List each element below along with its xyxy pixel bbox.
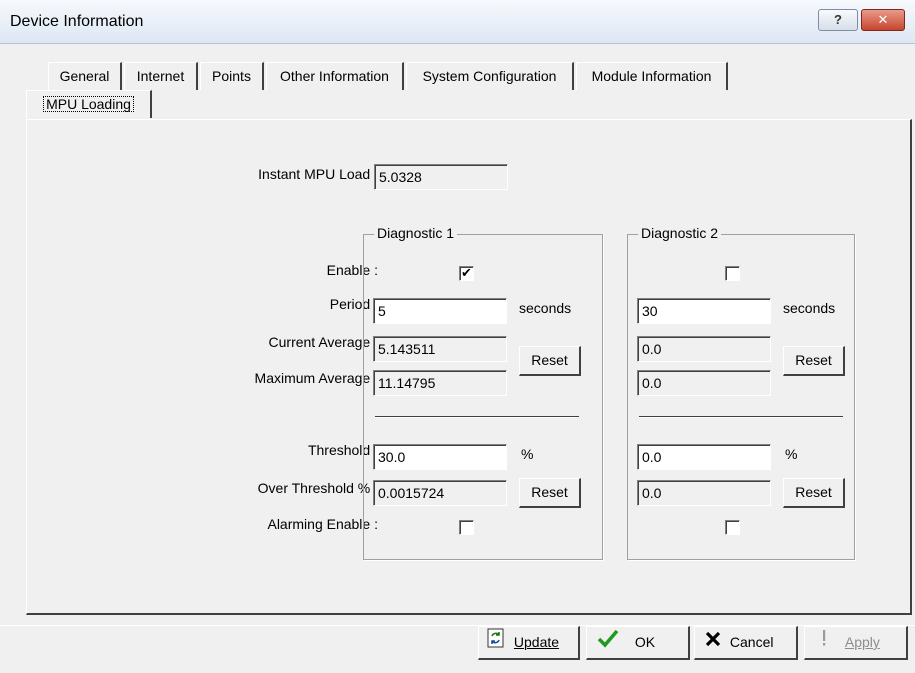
diagnostic-2-period-input[interactable]: 30: [637, 298, 771, 324]
diagnostic-2-period-unit: seconds: [783, 300, 836, 316]
diagnostic-1-threshold-input[interactable]: 30.0: [373, 444, 507, 470]
close-icon: ✕: [877, 12, 889, 27]
diagnostic-1-group: Diagnostic 1: [363, 225, 603, 560]
help-icon: ?: [834, 12, 842, 27]
diagnostic-2-threshold-unit: %: [785, 446, 798, 462]
tab-other-information[interactable]: Other Information: [266, 62, 404, 90]
title-bar: Device Information ? ✕: [0, 0, 915, 44]
diagnostic-2-threshold-input[interactable]: 0.0: [637, 444, 771, 470]
over-threshold-label: Over Threshold % :: [257, 480, 378, 496]
black-x-icon: [705, 628, 721, 659]
diagnostic-1-reset-average-button[interactable]: Reset: [519, 346, 581, 376]
diagnostic-1-period-unit: seconds: [519, 300, 572, 316]
diagnostic-1-reset-threshold-button[interactable]: Reset: [519, 478, 581, 508]
current-average-label: Current Average :: [268, 334, 378, 350]
diagnostic-1-over-threshold-field: 0.0015724: [373, 480, 507, 506]
instant-mpu-load-field: 5.0328: [374, 164, 508, 190]
diagnostic-1-current-average-field: 5.143511: [373, 336, 507, 362]
diagnostic-1-alarming-enable-checkbox[interactable]: [459, 520, 474, 535]
ok-label: OK: [634, 634, 656, 650]
ok-button[interactable]: OK: [586, 626, 690, 660]
diagnostic-2-group: Diagnostic 2: [627, 225, 855, 560]
diagnostic-1-threshold-unit: %: [521, 446, 534, 462]
alarming-enable-label: Alarming Enable :: [267, 516, 378, 532]
tab-points[interactable]: Points: [200, 62, 264, 90]
tab-strip: General Internet Points Other Informatio…: [0, 52, 915, 120]
window-title: Device Information: [10, 13, 144, 30]
tab-system-configuration[interactable]: System Configuration: [406, 62, 574, 90]
apply-button[interactable]: Apply: [804, 626, 908, 660]
update-button[interactable]: Update: [478, 626, 580, 660]
instant-mpu-load-label: Instant MPU Load :: [258, 166, 378, 182]
diagnostic-2-reset-threshold-button[interactable]: Reset: [783, 478, 845, 508]
tab-general[interactable]: General: [48, 62, 122, 90]
tab-mpu-loading[interactable]: MPU Loading: [26, 90, 152, 118]
diagnostic-2-maximum-average-field: 0.0: [637, 370, 771, 396]
tab-module-information[interactable]: Module Information: [576, 62, 728, 90]
diagnostic-2-reset-average-button[interactable]: Reset: [783, 346, 845, 376]
tab-mpu-loading-label: MPU Loading: [43, 96, 134, 112]
diagnostic-2-title: Diagnostic 2: [638, 225, 722, 241]
apply-label: Apply: [844, 634, 880, 650]
cancel-button[interactable]: Cancel: [694, 626, 798, 660]
maximum-average-label: Maximum Average :: [254, 370, 378, 386]
diagnostic-1-period-input[interactable]: 5: [373, 298, 507, 324]
tab-internet[interactable]: Internet: [124, 62, 198, 90]
diagnostic-2-current-average-field: 0.0: [637, 336, 771, 362]
update-label: Update: [513, 634, 560, 650]
diagnostic-2-alarming-enable-checkbox[interactable]: [725, 520, 740, 535]
diagnostic-2-over-threshold-field: 0.0: [637, 480, 771, 506]
diagnostic-1-separator: [375, 416, 579, 418]
help-button[interactable]: ?: [818, 9, 858, 31]
cancel-label: Cancel: [729, 634, 774, 650]
mpu-loading-panel: Instant MPU Load : 5.0328 Enable : Perio…: [26, 119, 912, 615]
diagnostic-2-separator: [639, 416, 843, 418]
diagnostic-2-enable-checkbox[interactable]: [725, 266, 740, 281]
diagnostic-1-enable-checkbox[interactable]: ✔: [459, 266, 474, 281]
refresh-document-icon: [487, 628, 505, 659]
diagnostic-1-maximum-average-field: 11.14795: [373, 370, 507, 396]
green-check-icon: [597, 628, 619, 659]
diagnostic-1-title: Diagnostic 1: [374, 225, 458, 241]
close-button[interactable]: ✕: [861, 9, 905, 31]
exclamation-icon: [819, 628, 829, 659]
